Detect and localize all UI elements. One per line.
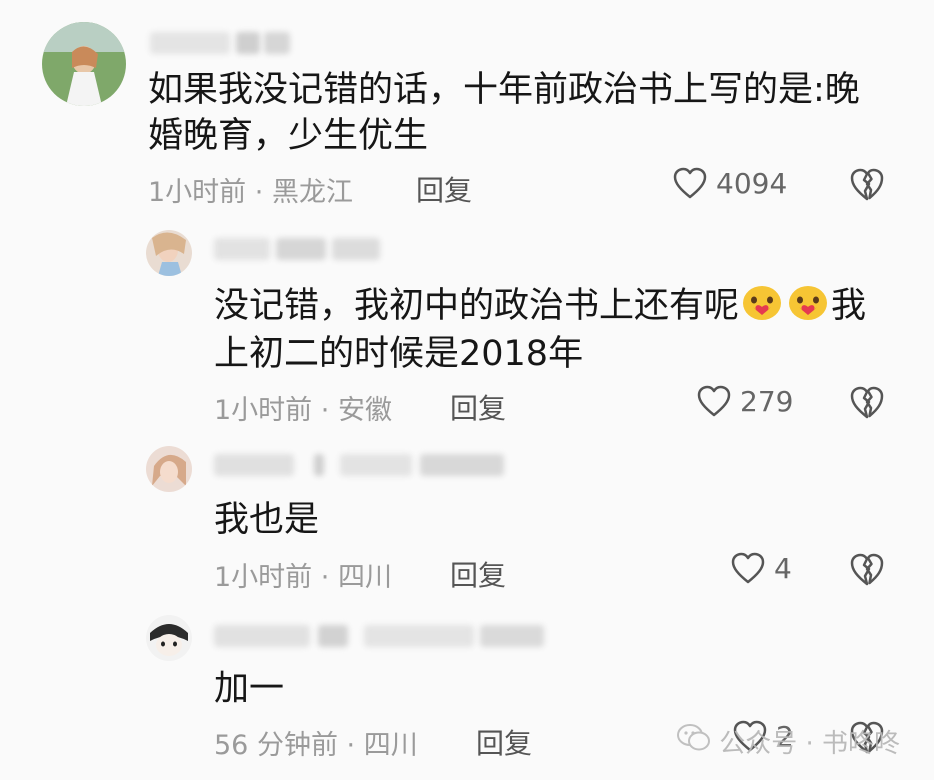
watermark-text: 公众号 · 书咚咚 [719, 729, 900, 759]
comment-text-line-2: 婚晚育，少生优生 [148, 116, 429, 156]
location: 四川 [363, 730, 418, 761]
comment-text-start: 没记错，我初中的政治书上还有呢 [214, 286, 740, 326]
reply-button[interactable]: 回复 [416, 169, 472, 209]
avatar[interactable] [42, 22, 126, 106]
timestamp: 1小时前 [148, 177, 247, 208]
dislike-button[interactable] [848, 384, 886, 420]
comment-text-line-1: 加一 [214, 669, 285, 709]
dislike-button[interactable] [848, 551, 886, 587]
avatar[interactable] [146, 230, 192, 276]
username-blurred[interactable] [150, 32, 290, 54]
timestamp: 1小时前 [214, 562, 313, 593]
comment-2: 没记错，我初中的政治书上还有呢我 上初二的时候是2018年 1小时前 · 安徽 … [0, 220, 934, 440]
blushing-face-emoji-icon [741, 283, 783, 336]
location: 黑龙江 [271, 177, 353, 208]
timestamp: 56 分钟前 [214, 730, 338, 761]
broken-heart-icon [848, 384, 886, 420]
wechat-icon [677, 724, 711, 759]
like-button[interactable]: 4 [730, 551, 792, 585]
heart-outline-icon [672, 166, 716, 200]
meta-separator: · [320, 562, 330, 593]
like-count: 4 [774, 551, 792, 585]
heart-outline-icon [696, 384, 740, 418]
like-button[interactable]: 4094 [672, 166, 787, 200]
meta-separator: · [320, 395, 330, 426]
avatar[interactable] [146, 446, 192, 492]
username-blurred[interactable] [214, 625, 544, 647]
comment-text-line-1: 没记错，我初中的政治书上还有呢 我 [214, 282, 866, 336]
comment-meta: 1小时前 · 黑龙江 [148, 170, 353, 209]
comment-text-line-2: 上初二的时候是2018年 [214, 334, 584, 374]
comment-3: 我也是 1小时前 · 四川 回复 4 [0, 440, 934, 605]
like-button[interactable]: 279 [696, 384, 793, 418]
blushing-face-emoji-icon [787, 283, 829, 336]
heart-outline-icon [730, 551, 774, 585]
broken-heart-icon [848, 166, 886, 202]
username-blurred[interactable] [214, 238, 380, 260]
reply-button[interactable]: 回复 [450, 554, 506, 594]
location: 安徽 [337, 395, 392, 426]
meta-separator: · [346, 730, 356, 761]
comment-text-line-1: 如果我没记错的话，十年前政治书上写的是:晚 [148, 70, 860, 110]
like-count: 279 [740, 384, 794, 418]
reply-button[interactable]: 回复 [476, 722, 532, 762]
comment-text-line-1: 我也是 [214, 500, 320, 540]
broken-heart-icon [848, 551, 886, 587]
comment-meta: 1小时前 · 四川 [214, 555, 392, 594]
location: 四川 [337, 562, 392, 593]
timestamp: 1小时前 [214, 395, 313, 426]
comment-meta: 1小时前 · 安徽 [214, 388, 392, 427]
like-count: 4094 [716, 166, 788, 200]
avatar[interactable] [146, 615, 192, 661]
username-blurred[interactable] [214, 454, 504, 476]
meta-separator: · [254, 177, 264, 208]
comment-text-end: 我 [831, 286, 867, 326]
reply-button[interactable]: 回复 [450, 387, 506, 427]
watermark: 公众号 · 书咚咚 [677, 723, 900, 760]
dislike-button[interactable] [848, 166, 886, 202]
comment-1: 如果我没记错的话，十年前政治书上写的是:晚 婚晚育，少生优生 1小时前 · 黑龙… [0, 0, 934, 220]
comment-meta: 56 分钟前 · 四川 [214, 723, 418, 762]
